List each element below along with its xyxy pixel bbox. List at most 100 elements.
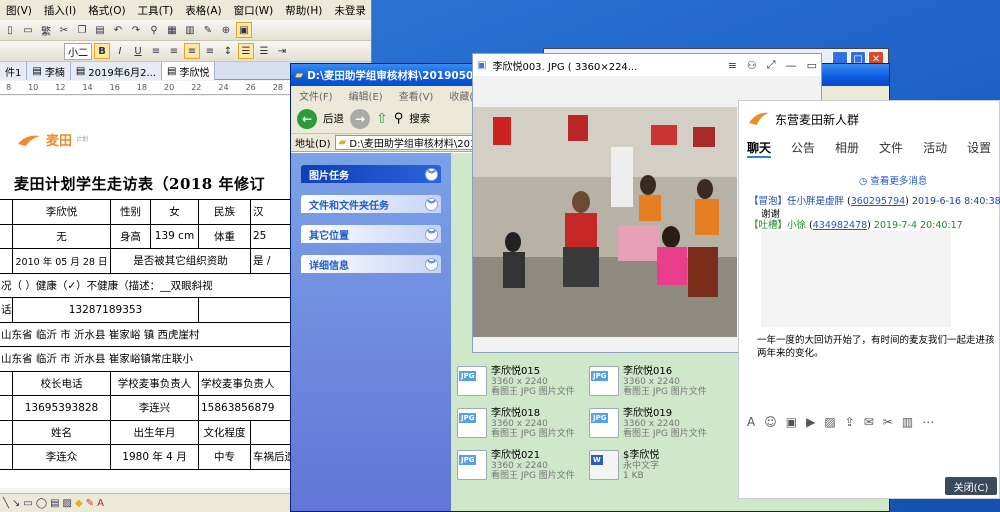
menu-icon[interactable]: ≡ — [728, 59, 737, 72]
tab-2019-june[interactable]: ▤ 2019年6月2... — [70, 62, 162, 80]
align-left-icon[interactable]: ≡ — [148, 43, 164, 59]
paste-icon[interactable]: ▤ — [92, 22, 108, 38]
underline-icon[interactable]: U — [130, 43, 146, 59]
tab-li-nan[interactable]: ▤ 李楠 — [27, 62, 71, 80]
font-style-select[interactable]: 繁 — [38, 22, 54, 38]
list-item[interactable]: JPG 李欣悦021 3360 x 2240 看图王 JPG 图片文件 — [457, 450, 575, 481]
open-icon[interactable]: ▭ — [20, 22, 36, 38]
menu-tools[interactable]: 工具(T) — [132, 3, 180, 18]
task-other-places[interactable]: 其它位置 ︾ — [301, 225, 441, 243]
menu-view[interactable]: 图(V) — [0, 3, 38, 18]
back-arrow-icon[interactable]: ← — [297, 108, 317, 129]
font-icon[interactable]: A — [747, 415, 755, 429]
align-center-icon[interactable]: ≡ — [166, 43, 182, 59]
rectangle-icon[interactable]: ▭ — [23, 498, 32, 509]
back-button[interactable]: 后退 — [323, 111, 344, 126]
pin-icon[interactable]: ⚇ — [747, 59, 757, 72]
chat-input[interactable] — [739, 435, 999, 475]
login-status[interactable]: 未登录 — [328, 3, 371, 18]
menu-view[interactable]: 查看(V) — [391, 88, 442, 103]
photo-image[interactable] — [473, 107, 737, 337]
table-icon[interactable]: ▦ — [164, 22, 180, 38]
menu-help[interactable]: 帮助(H) — [279, 3, 328, 18]
menu-file[interactable]: 文件(F) — [291, 88, 341, 103]
textbox-icon[interactable]: ▤ — [50, 498, 59, 509]
list-item[interactable]: JPG 李欣悦019 3360 x 2240 看图王 JPG 图片文件 — [589, 408, 707, 439]
zoom-icon[interactable]: ⊕ — [218, 22, 234, 38]
trash-icon[interactable]: ▥ — [902, 415, 913, 429]
menu-window[interactable]: 窗口(W) — [228, 3, 280, 18]
tab-announcement[interactable]: 公告 — [791, 139, 815, 158]
menu-table[interactable]: 表格(A) — [179, 3, 227, 18]
menu-insert[interactable]: 插入(I) — [38, 3, 82, 18]
chevron-down-icon[interactable]: ︾ — [425, 227, 438, 241]
redo-icon[interactable]: ↷ — [128, 22, 144, 38]
search-button[interactable]: 搜索 — [409, 111, 430, 126]
task-details[interactable]: 详细信息 ︾ — [301, 255, 441, 273]
copy-icon[interactable]: ❐ — [74, 22, 90, 38]
gift-icon[interactable]: ✉ — [864, 415, 874, 429]
undo-icon[interactable]: ↶ — [110, 22, 126, 38]
list-item[interactable]: JPG 李欣悦016 3360 x 2240 看图王 JPG 图片文件 — [589, 366, 707, 397]
screenshot-icon[interactable]: ✂ — [883, 415, 893, 429]
list-item[interactable]: JPG 李欣悦015 3360 x 2240 看图王 JPG 图片文件 — [457, 366, 575, 397]
indent-icon[interactable]: ⇥ — [274, 43, 290, 59]
tab-chat[interactable]: 聊天 — [747, 139, 772, 158]
hyperlink-icon[interactable]: ⚲ — [146, 22, 162, 38]
line-icon[interactable]: ╲ — [3, 498, 9, 509]
task-file-folder[interactable]: 文件和文件夹任务 ︾ — [301, 195, 441, 213]
message-image[interactable] — [761, 231, 951, 327]
close-button[interactable]: 关闭(C) — [945, 477, 997, 495]
menu-edit[interactable]: 编辑(E) — [341, 88, 391, 103]
oval-icon[interactable]: ◯ — [36, 498, 47, 509]
align-justify-icon[interactable]: ≡ — [184, 43, 200, 59]
minimize-icon[interactable]: — — [786, 59, 797, 72]
bullets-icon[interactable]: ☰ — [256, 43, 272, 59]
font-color-icon[interactable]: A — [97, 498, 104, 509]
chevron-down-icon[interactable]: ︾ — [425, 197, 438, 211]
columns-icon[interactable]: ▥ — [182, 22, 198, 38]
numbering-icon[interactable]: ☰ — [238, 43, 254, 59]
line-spacing-icon[interactable]: ↕ — [220, 43, 236, 59]
chevron-down-icon[interactable]: ︾ — [425, 257, 438, 271]
new-doc-icon[interactable]: ▯ — [2, 22, 18, 38]
tab-li-xinyue[interactable]: ▤ 李欣悦 — [162, 62, 216, 80]
image-icon[interactable]: ▨ — [824, 415, 835, 429]
more-icon[interactable]: ⋯ — [922, 415, 934, 429]
forward-arrow-icon[interactable]: → — [350, 108, 370, 129]
menu-format[interactable]: 格式(O) — [82, 3, 131, 18]
image-icon[interactable]: ▨ — [63, 498, 72, 509]
emoji-icon[interactable]: ☺ — [764, 415, 777, 429]
gif-icon[interactable]: ▣ — [786, 415, 797, 429]
tab-activity[interactable]: 活动 — [923, 139, 947, 158]
tab-album[interactable]: 相册 — [835, 139, 859, 158]
reading-mode-icon[interactable]: ▣ — [236, 22, 252, 38]
line-color-icon[interactable]: ✎ — [86, 498, 94, 509]
font-size-select[interactable]: 小二 — [64, 42, 92, 60]
arrow-icon[interactable]: ↘ — [12, 498, 20, 509]
tab-settings[interactable]: 设置 — [967, 139, 991, 158]
video-icon[interactable]: ▶ — [806, 415, 815, 429]
group-name[interactable]: 东营麦田新人群 — [775, 111, 859, 128]
more-messages-link[interactable]: ◷ 查看更多消息 — [859, 173, 927, 187]
group-chat-window: 东营麦田新人群 聊天 公告 相册 文件 活动 设置 ◷ 查看更多消息 【冒泡】任… — [738, 100, 1000, 499]
maximize-icon[interactable]: ▭ — [807, 59, 817, 72]
fill-color-icon[interactable]: ◆ — [75, 498, 83, 509]
fullscreen-icon[interactable]: ⤢ — [767, 58, 776, 72]
drawing-icon[interactable]: ✎ — [200, 22, 216, 38]
folder-icon: ▰ — [338, 137, 347, 148]
bold-icon[interactable]: B — [94, 43, 110, 59]
italic-icon[interactable]: I — [112, 43, 128, 59]
cut-icon[interactable]: ✂ — [56, 22, 72, 38]
list-item[interactable]: JPG 李欣悦018 3360 x 2240 看图王 JPG 图片文件 — [457, 408, 575, 439]
search-icon[interactable]: ⚲ — [394, 111, 404, 126]
upload-icon[interactable]: ⇪ — [845, 415, 855, 429]
chevron-down-icon[interactable]: ︾ — [425, 167, 438, 181]
list-item[interactable]: W $李欣悦 永中文字 1 KB — [589, 450, 659, 481]
up-folder-icon[interactable]: ⇧ — [376, 111, 388, 127]
align-right-icon[interactable]: ≡ — [202, 43, 218, 59]
viewer-controls: ≡ ⚇ ⤢ — ▭ — [728, 54, 817, 76]
tab-files[interactable]: 文件 — [879, 139, 903, 158]
tab-doc1[interactable]: 件1 — [0, 62, 28, 80]
task-picture-tasks[interactable]: 图片任务 ︾ — [301, 165, 441, 183]
